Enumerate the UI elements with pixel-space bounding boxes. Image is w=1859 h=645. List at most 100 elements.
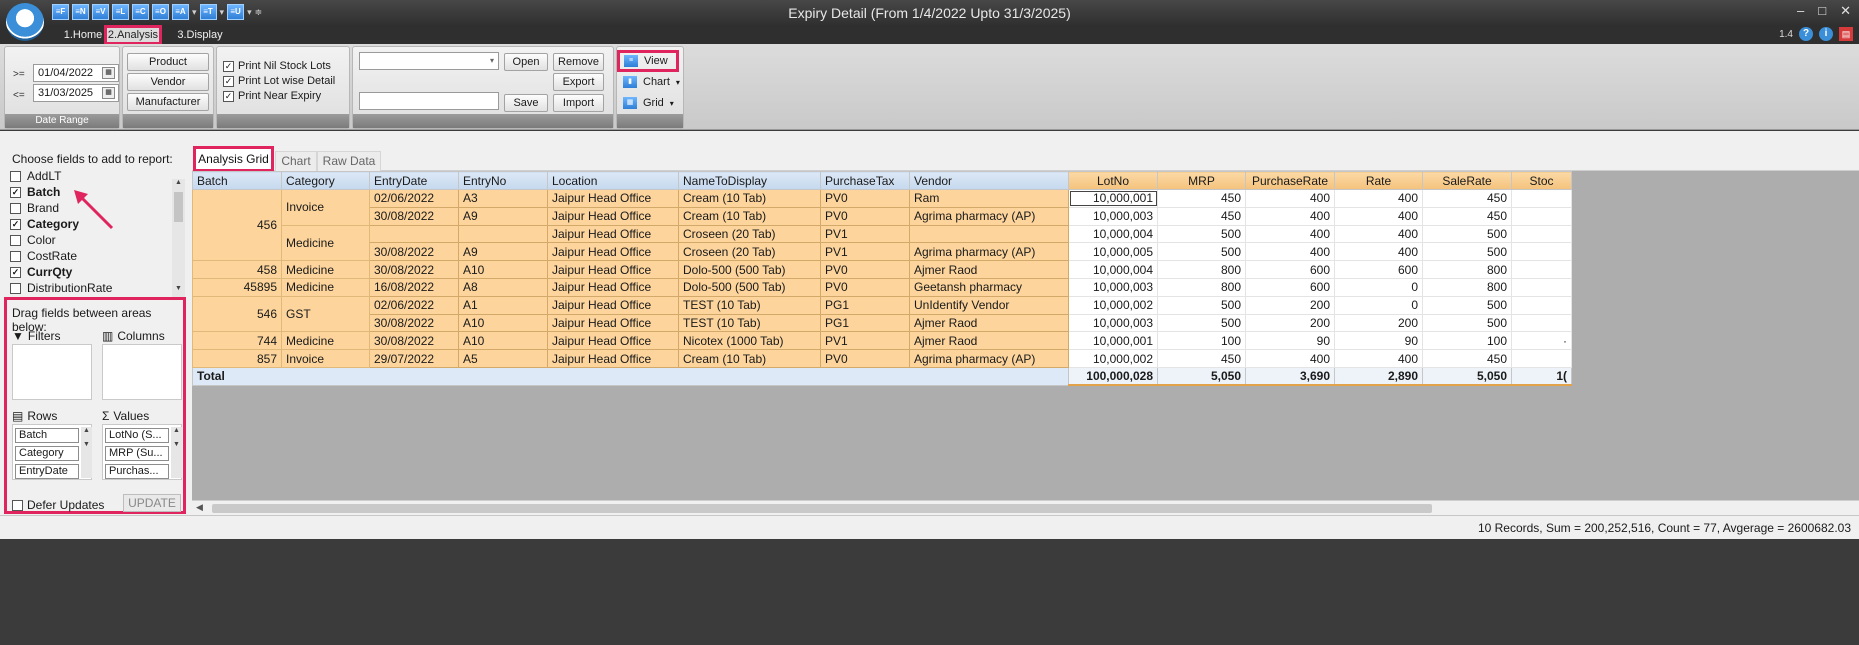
category-cell[interactable]: GST (281, 295, 370, 333)
purchase-rate-cell[interactable]: 600 (1245, 260, 1335, 279)
sale-rate-cell[interactable]: 800 (1422, 277, 1512, 297)
sale-rate-cell[interactable]: 100 (1422, 331, 1512, 351)
mrp-cell[interactable]: 450 (1157, 349, 1246, 368)
defer-updates-option[interactable]: Defer Updates (12, 498, 104, 512)
stock-cell[interactable] (1511, 313, 1572, 333)
stock-cell[interactable] (1511, 189, 1572, 208)
entry-date-cell[interactable]: 02/06/2022 (369, 189, 459, 208)
location-cell[interactable]: Jaipur Head Office (547, 349, 679, 368)
mrp-cell[interactable]: 450 (1157, 206, 1246, 226)
lot-no-cell[interactable]: 10,000,005 (1068, 242, 1158, 262)
stock-cell[interactable] (1511, 206, 1572, 226)
purchase-rate-cell[interactable]: 400 (1245, 206, 1335, 226)
app-logo-icon[interactable]: S (6, 3, 44, 41)
field-list-item[interactable]: ✓ Category (10, 216, 172, 232)
entry-date-cell[interactable]: 30/08/2022 (369, 313, 459, 333)
purchase-rate-cell[interactable]: 400 (1245, 189, 1335, 208)
tab-display[interactable]: 3.Display (175, 27, 225, 44)
purchase-tax-cell[interactable]: PV0 (820, 206, 910, 226)
location-cell[interactable]: Jaipur Head Office (547, 331, 679, 351)
tab-analysis[interactable]: 2.Analysis (104, 25, 162, 45)
chevron-down-icon[interactable]: ▾ (676, 78, 680, 87)
batch-cell[interactable]: 546 (192, 295, 282, 333)
rate-cell[interactable]: 400 (1334, 189, 1423, 208)
purchase-rate-cell[interactable]: 400 (1245, 242, 1335, 262)
sale-rate-cell[interactable]: 450 (1422, 349, 1512, 368)
purchase-rate-cell[interactable]: 400 (1245, 349, 1335, 368)
location-cell[interactable]: Jaipur Head Office (547, 206, 679, 226)
calendar-icon[interactable]: ▦ (102, 87, 115, 99)
checkbox-unchecked-icon[interactable] (10, 202, 21, 214)
checkbox-checked-icon[interactable]: ✓ (223, 75, 234, 87)
purchase-tax-cell[interactable]: PV1 (820, 224, 910, 244)
category-cell[interactable]: Medicine (281, 224, 370, 262)
location-cell[interactable]: Jaipur Head Office (547, 224, 679, 244)
save-button[interactable]: Save (504, 94, 548, 112)
lot-no-cell[interactable]: 10,000,003 (1068, 277, 1158, 297)
value-column-header[interactable]: SaleRate (1422, 171, 1512, 190)
tab-home[interactable]: 1.Home (58, 27, 108, 44)
field-list-item[interactable]: Brand (10, 200, 172, 216)
checkbox-checked-icon[interactable]: ✓ (223, 60, 234, 72)
batch-cell[interactable]: 456 (192, 188, 282, 262)
name-cell[interactable]: Croseen (20 Tab) (678, 224, 821, 244)
column-header[interactable]: PurchaseTax (820, 171, 910, 190)
checkbox-unchecked-icon[interactable] (10, 282, 21, 294)
rate-cell[interactable]: 90 (1334, 331, 1423, 351)
entry-date-cell[interactable]: 30/08/2022 (369, 206, 459, 226)
columns-drop-area[interactable] (102, 344, 182, 400)
to-date-input[interactable]: 31/03/2025 ▦ (33, 84, 119, 102)
purchase-tax-cell[interactable]: PV1 (820, 242, 910, 262)
purchase-tax-cell[interactable]: PV0 (820, 349, 910, 368)
mrp-cell[interactable]: 800 (1157, 277, 1246, 297)
entry-no-cell[interactable]: A10 (458, 313, 548, 333)
purchase-tax-cell[interactable]: PV0 (820, 189, 910, 208)
purchase-rate-cell[interactable]: 400 (1245, 224, 1335, 244)
rate-cell[interactable]: 400 (1334, 242, 1423, 262)
value-column-header[interactable]: MRP (1157, 171, 1246, 190)
help-icon[interactable]: ? (1799, 27, 1813, 41)
row-field-chip[interactable]: Category (15, 446, 79, 461)
vendor-cell[interactable] (909, 224, 1069, 244)
name-cell[interactable]: Cream (10 Tab) (678, 206, 821, 226)
vendor-cell[interactable]: Ajmer Raod (909, 313, 1069, 333)
mrp-cell[interactable]: 500 (1157, 242, 1246, 262)
entry-date-cell[interactable]: 29/07/2022 (369, 349, 459, 368)
batch-cell[interactable]: 45895 (192, 277, 282, 297)
lot-no-cell[interactable]: 10,000,002 (1068, 295, 1158, 315)
lot-no-cell[interactable]: 10,000,002 (1068, 349, 1158, 368)
field-list-item[interactable]: Color (10, 232, 172, 248)
purchase-tax-cell[interactable]: PV0 (820, 277, 910, 297)
maximize-button[interactable]: □ (1818, 3, 1826, 19)
table-row[interactable]: 30/08/2022 A10 Jaipur Head Office TEST (10 … (193, 313, 1572, 333)
column-header[interactable]: EntryDate (369, 171, 459, 190)
checkbox-checked-icon[interactable]: ✓ (10, 186, 21, 198)
sale-rate-cell[interactable]: 500 (1422, 242, 1512, 262)
purchase-rate-cell[interactable]: 200 (1245, 313, 1335, 333)
calendar-icon[interactable]: ▦ (102, 67, 115, 79)
field-list-item[interactable]: DistributionRate (10, 280, 172, 296)
update-button[interactable]: UPDATE (123, 494, 181, 512)
minimize-button[interactable]: – (1797, 3, 1804, 19)
name-cell[interactable]: Cream (10 Tab) (678, 349, 821, 368)
table-row[interactable]: 30/08/2022 A9 Jaipur Head Office Cream (10 … (193, 206, 1572, 226)
entry-no-cell[interactable]: A5 (458, 349, 548, 368)
field-list-item[interactable]: ✓ CurrQty (10, 264, 172, 280)
category-cell[interactable]: Invoice (281, 189, 370, 226)
rate-cell[interactable]: 0 (1334, 277, 1423, 297)
rate-cell[interactable]: 600 (1334, 260, 1423, 279)
value-field-chip[interactable]: LotNo (S... (105, 428, 169, 443)
product-button[interactable]: Product (127, 53, 209, 71)
batch-cell[interactable]: 458 (192, 260, 282, 279)
table-row[interactable]: 546 GST 02/06/2022 A1 Jaipur Head Office TEST… (192, 295, 1572, 333)
row-field-chip[interactable]: Batch (15, 428, 79, 443)
stock-cell[interactable] (1511, 277, 1572, 297)
entry-no-cell[interactable]: A1 (458, 295, 548, 315)
value-column-header[interactable]: Stoc (1511, 171, 1572, 190)
report-icon[interactable]: ▤ (1839, 27, 1853, 41)
vendor-cell[interactable]: Ajmer Raod (909, 260, 1069, 279)
column-header[interactable]: NameToDisplay (678, 171, 821, 190)
entry-no-cell[interactable]: A10 (458, 260, 548, 279)
entry-no-cell[interactable] (458, 224, 548, 244)
manufacturer-button[interactable]: Manufacturer (127, 93, 209, 111)
